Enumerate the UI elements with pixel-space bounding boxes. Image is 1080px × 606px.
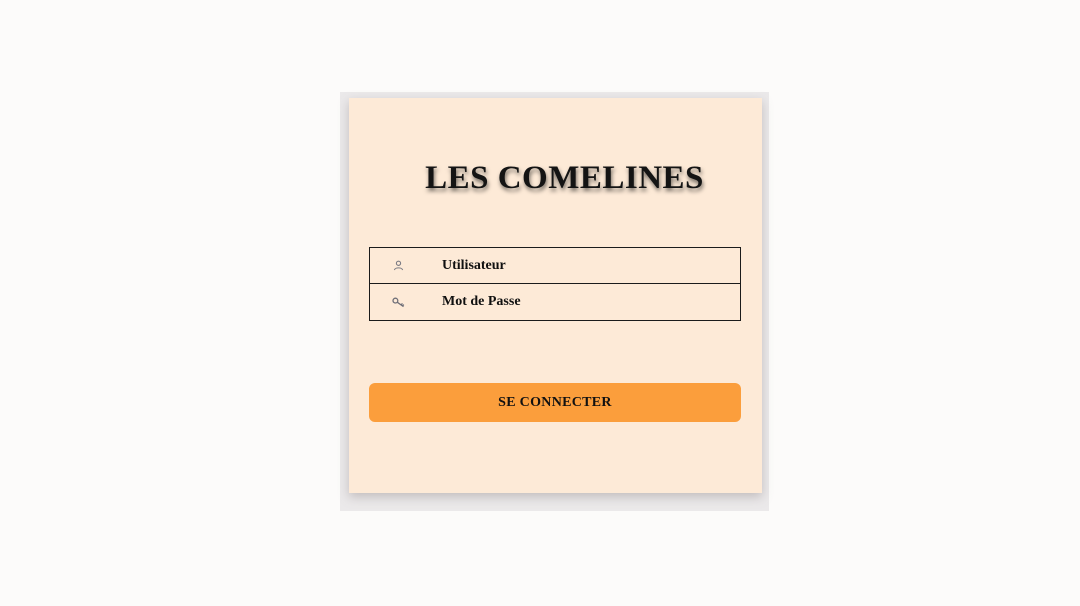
password-input[interactable] xyxy=(442,294,722,310)
user-icon xyxy=(388,260,408,271)
app-title: LES COMELINES xyxy=(425,160,704,196)
login-form xyxy=(369,247,741,321)
password-row xyxy=(370,283,740,320)
username-row xyxy=(370,248,740,283)
login-card: LES COMELINES Utilisateur SE CONNECTER xyxy=(349,98,762,493)
username-input[interactable] xyxy=(442,257,722,274)
login-button[interactable]: SE CONNECTER xyxy=(369,383,741,422)
key-icon xyxy=(388,297,408,308)
login-frame: LES COMELINES Utilisateur SE CONNECTER xyxy=(340,92,769,511)
